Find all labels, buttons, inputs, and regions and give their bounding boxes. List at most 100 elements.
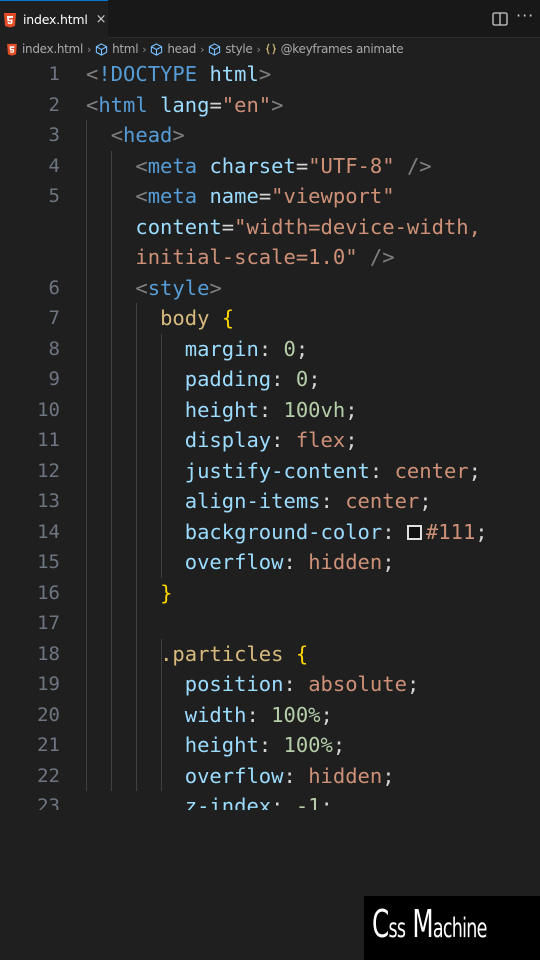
- code-token: >: [172, 123, 185, 147]
- code-token: 100%: [283, 733, 333, 757]
- color-swatch[interactable]: [406, 524, 422, 540]
- code-token: :: [369, 458, 395, 483]
- code-token: html: [209, 62, 259, 86]
- code-editor[interactable]: 1 <!DOCTYPE html> 2 <html lang="en"> 3 <head…: [0, 60, 540, 810]
- code-line[interactable]: 7 body {: [0, 303, 540, 334]
- code-token: :: [283, 550, 309, 574]
- tab-index-html[interactable]: index.html ×: [0, 0, 108, 38]
- code-line[interactable]: 10 height: 100vh;: [0, 395, 540, 426]
- code-line[interactable]: initial-scale=1.0" />: [0, 242, 540, 273]
- code-line[interactable]: 15 overflow: hidden;: [0, 547, 540, 578]
- line-number: 15: [37, 551, 60, 573]
- code-token: center: [345, 489, 420, 513]
- close-icon[interactable]: ×: [96, 12, 107, 27]
- code-text: <html lang="en">: [86, 90, 284, 121]
- code-line[interactable]: 20 width: 100%;: [0, 700, 540, 731]
- code-token: :: [283, 763, 309, 788]
- code-text: <meta charset="UTF-8" />: [86, 151, 431, 182]
- code-line[interactable]: 19 position: absolute;: [0, 669, 540, 700]
- code-line[interactable]: 8 margin: 0;: [0, 334, 540, 365]
- code-line[interactable]: 3 <head>: [0, 120, 540, 151]
- code-line[interactable]: 13 align-items: center;: [0, 486, 540, 517]
- line-number: 4: [48, 154, 60, 177]
- code-line[interactable]: 5 <meta name="viewport": [0, 181, 540, 212]
- split-editor-icon[interactable]: [492, 12, 508, 26]
- code-token: >: [271, 92, 284, 117]
- breadcrumb-label: html: [112, 42, 139, 56]
- code-text: .particles {: [86, 639, 308, 670]
- indent-guide: [161, 638, 162, 791]
- code-line[interactable]: 23 z-index: -1;: [0, 791, 540, 810]
- code-token: :: [258, 336, 284, 361]
- breadcrumb-item-keyframes[interactable]: @keyframes animate: [265, 42, 404, 56]
- code-line[interactable]: 4 <meta charset="UTF-8" />: [0, 151, 540, 182]
- code-token: hidden: [308, 763, 383, 788]
- more-actions-icon[interactable]: ···: [516, 6, 534, 25]
- indent-guide: [86, 120, 87, 791]
- code-line[interactable]: 18 .particles {: [0, 639, 540, 670]
- code-line[interactable]: 17: [0, 608, 540, 639]
- code-token: display: [184, 428, 272, 452]
- code-token: ;: [332, 733, 346, 757]
- code-token: ;: [468, 458, 481, 483]
- code-token: :: [271, 367, 296, 391]
- code-text: display: flex;: [86, 425, 358, 456]
- code-token: hidden: [308, 550, 383, 574]
- code-token: ;: [345, 397, 358, 422]
- breadcrumb-item-html[interactable]: html: [95, 42, 139, 56]
- code-token: >: [209, 275, 222, 300]
- code-line[interactable]: 12 justify-content: center;: [0, 456, 540, 487]
- code-token: absolute: [308, 672, 407, 696]
- code-token: background-color: [184, 519, 383, 544]
- code-line[interactable]: 14 background-color: #111;: [0, 517, 540, 548]
- code-text: overflow: hidden;: [86, 547, 395, 578]
- code-text: height: 100vh;: [86, 395, 358, 426]
- code-line[interactable]: 6 <style>: [0, 273, 540, 304]
- breadcrumb-item-style[interactable]: style: [208, 42, 253, 56]
- breadcrumb-item-index-html[interactable]: index.html: [6, 42, 83, 56]
- code-token: margin: [184, 336, 259, 361]
- code-token: "viewport": [271, 184, 395, 208]
- code-token: -1: [295, 794, 321, 810]
- code-line[interactable]: 2 <html lang="en">: [0, 90, 540, 121]
- code-line[interactable]: 22 overflow: hidden;: [0, 761, 540, 792]
- code-line[interactable]: 16 }: [0, 578, 540, 609]
- code-token: {: [295, 641, 309, 666]
- code-text: <head>: [86, 120, 185, 151]
- line-number: 20: [37, 703, 60, 726]
- code-token: position: [184, 672, 284, 696]
- code-token: !DOCTYPE: [98, 62, 198, 86]
- code-token: }: [160, 580, 173, 605]
- code-token: width: [184, 702, 247, 727]
- code-token: {: [221, 306, 235, 330]
- code-text: <meta name="viewport": [86, 181, 395, 212]
- code-token: ;: [345, 428, 358, 452]
- breadcrumb-item-head[interactable]: head: [150, 42, 196, 56]
- breadcrumb-label: head: [167, 42, 197, 56]
- line-number: 16: [37, 581, 60, 604]
- line-number: 12: [37, 459, 60, 482]
- line-number: 2: [48, 93, 60, 116]
- code-line[interactable]: 9 padding: 0;: [0, 364, 540, 395]
- code-token: ;: [406, 672, 420, 696]
- html5-icon: [4, 12, 16, 27]
- code-line[interactable]: content="width=device-width,: [0, 212, 540, 243]
- code-line[interactable]: 1 <!DOCTYPE html>: [0, 60, 540, 90]
- code-line[interactable]: 21 height: 100%;: [0, 730, 540, 761]
- line-number: 17: [37, 612, 60, 634]
- element-cube-icon: [209, 42, 221, 56]
- line-number: 3: [48, 124, 60, 146]
- code-token: :: [382, 519, 407, 544]
- code-token: :: [283, 672, 309, 696]
- code-line[interactable]: 11 display: flex;: [0, 425, 540, 456]
- line-number: 22: [37, 764, 60, 787]
- line-number: 23: [37, 795, 60, 810]
- code-text: overflow: hidden;: [86, 761, 395, 792]
- code-token: justify-content: [184, 458, 370, 483]
- code-token: content: [135, 214, 222, 239]
